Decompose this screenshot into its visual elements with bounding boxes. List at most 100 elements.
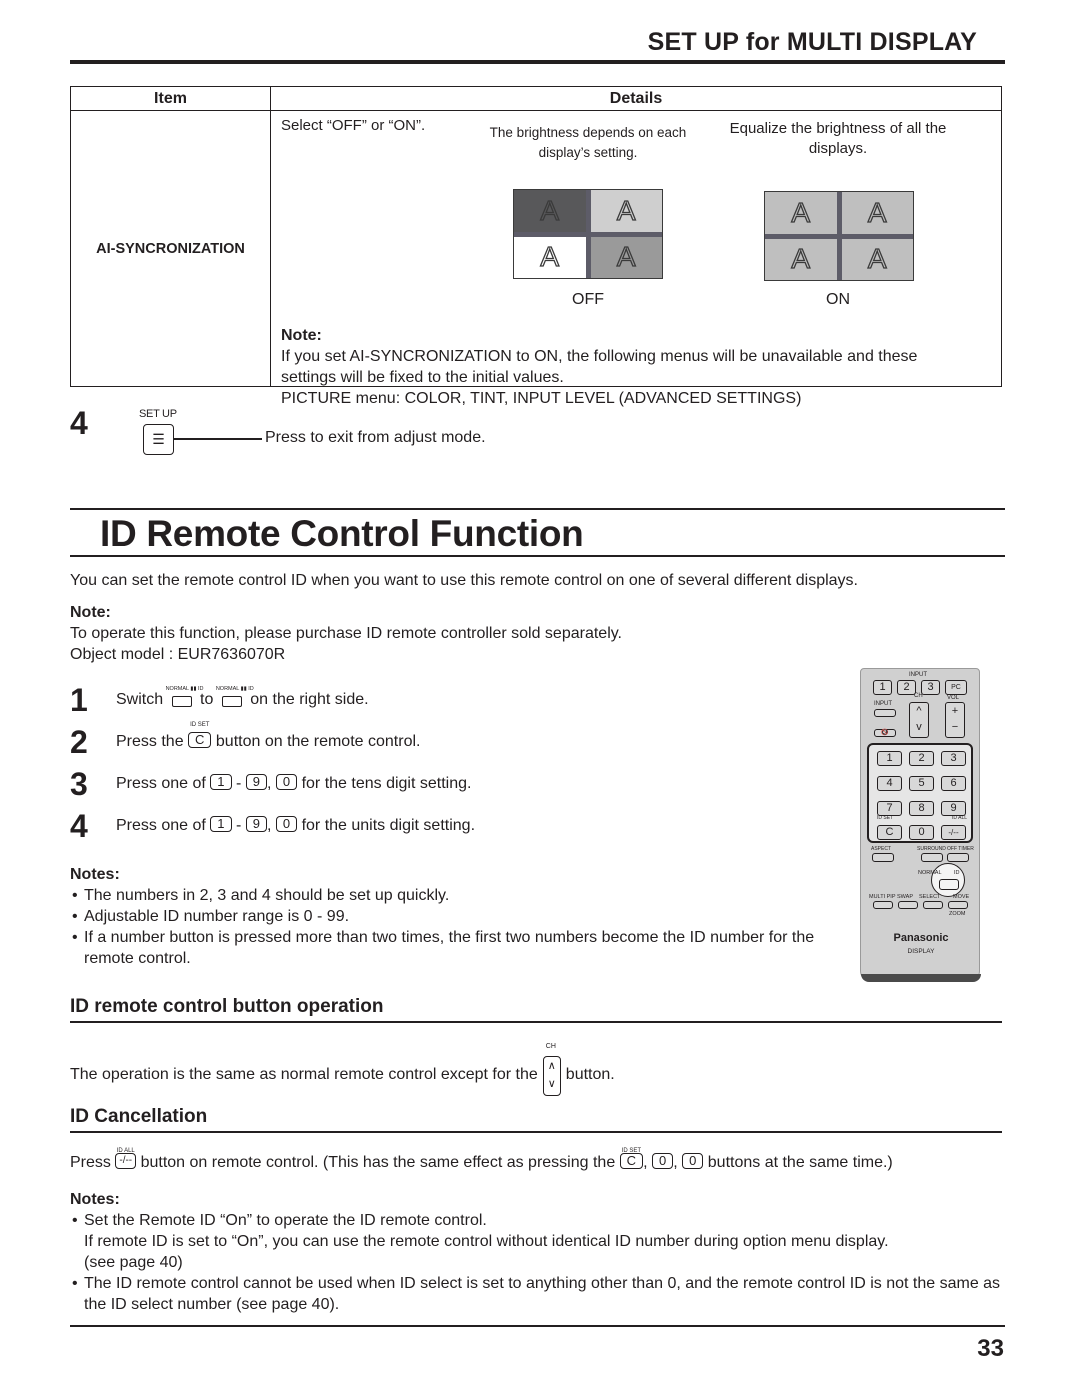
surround-label: SURROUND bbox=[917, 846, 946, 852]
numpad-key: 8 bbox=[909, 801, 934, 816]
numpad-key: -/-- bbox=[941, 825, 966, 840]
switch-label: NORMAL ▮▮ ID bbox=[215, 685, 254, 692]
step-number: 3 bbox=[70, 765, 88, 802]
remote-base bbox=[861, 974, 981, 982]
select-label: SELECT bbox=[919, 894, 941, 900]
step-number: 4 bbox=[70, 807, 88, 844]
setup-button[interactable]: ☰ bbox=[143, 424, 174, 455]
off-display-grid: A A A A bbox=[513, 189, 663, 279]
id-all-label: ID ALL bbox=[952, 815, 968, 821]
step-text-pre: Press one of bbox=[116, 817, 206, 834]
vol-rocker: + − bbox=[945, 702, 965, 738]
display-tile: A bbox=[590, 236, 662, 278]
on-label: ON bbox=[826, 291, 850, 308]
id-switch bbox=[939, 879, 959, 890]
remote-button: 1 bbox=[873, 680, 892, 695]
swap-label: SWAP bbox=[897, 894, 913, 900]
display-tile: A bbox=[841, 192, 913, 234]
key-label: ID SET bbox=[190, 722, 210, 728]
step-text-pre: Press the bbox=[116, 733, 184, 750]
numpad-key: C bbox=[877, 825, 902, 840]
input-button-label: INPUT bbox=[874, 701, 892, 707]
page-title: ID Remote Control Function bbox=[100, 513, 584, 554]
id-switch-icon: NORMAL ▮▮ ID bbox=[216, 686, 254, 707]
note-item: If a number button is pressed more than … bbox=[70, 927, 840, 969]
notes-list: Set the Remote ID “On” to operate the ID… bbox=[70, 1210, 1010, 1315]
key-1: 1 bbox=[210, 773, 232, 790]
note-item: Adjustable ID number range is 0 - 99. bbox=[70, 906, 840, 927]
remote-button bbox=[921, 853, 943, 862]
numpad-key: 5 bbox=[909, 776, 934, 791]
remote-button bbox=[898, 901, 918, 909]
leader-line bbox=[174, 438, 262, 440]
step-text-post: for the units digit setting. bbox=[301, 817, 476, 834]
id-set-key: C bbox=[188, 731, 212, 748]
setup-button-label: SET UP bbox=[139, 408, 177, 420]
zoom-label: ZOOM bbox=[949, 911, 966, 917]
brand-subtitle: DISPLAY bbox=[907, 948, 935, 955]
divider bbox=[70, 508, 1005, 510]
note-line: PICTURE menu: COLOR, TINT, INPUT LEVEL (… bbox=[281, 390, 802, 407]
step-text-mid: to bbox=[200, 691, 214, 708]
note-line: If you set AI-SYNCRONIZATION to ON, the … bbox=[281, 348, 918, 365]
dash: - bbox=[235, 817, 242, 834]
switch-label: NORMAL ▮▮ ID bbox=[165, 685, 204, 692]
divider bbox=[70, 555, 1005, 557]
key-9: 9 bbox=[245, 773, 267, 790]
note-label: Note: bbox=[70, 604, 111, 621]
note-item: The ID remote control cannot be used whe… bbox=[70, 1273, 1010, 1315]
subsection-title: ID Cancellation bbox=[70, 1106, 208, 1127]
input-group-label: INPUT bbox=[909, 672, 927, 678]
note-text: The ID remote control cannot be used whe… bbox=[84, 1275, 1001, 1313]
brand-logo: Panasonic bbox=[893, 932, 949, 944]
vol-minus-icon: − bbox=[951, 721, 959, 733]
step-text-post: for the tens digit setting. bbox=[301, 775, 472, 792]
subsection-title: ID remote control button operation bbox=[70, 996, 384, 1017]
operation-text: The operation is the same as normal remo… bbox=[70, 1043, 615, 1096]
remote-button: 3 bbox=[921, 680, 940, 695]
note-text: Set the Remote ID “On” to operate the ID… bbox=[84, 1212, 487, 1229]
off-timer-label: OFF TIMER bbox=[947, 846, 974, 852]
display-tile: A bbox=[514, 236, 586, 278]
id-set-key: C bbox=[619, 1152, 644, 1169]
item-details: Select “OFF” or “ON”. The brightness dep… bbox=[270, 110, 1002, 407]
menu-list-icon: ☰ bbox=[152, 431, 165, 447]
step-text: Press one of 1 - 9, 0 for the units digi… bbox=[116, 815, 476, 835]
note-continuation: If remote ID is set to “On”, you can use… bbox=[84, 1233, 889, 1250]
note-label: Note: bbox=[281, 327, 322, 344]
move-label: MOVE bbox=[953, 894, 970, 900]
key-1: 1 bbox=[210, 815, 232, 832]
key-9: 9 bbox=[245, 815, 267, 832]
remote-control-illustration: INPUT 1 2 3 PC INPUT CH VOL ^ v + − 🔇 1 … bbox=[860, 668, 981, 982]
comma: , bbox=[266, 817, 272, 834]
numpad-key: 0 bbox=[909, 825, 934, 840]
ch-key-label: CH bbox=[545, 1043, 556, 1050]
key-0: 0 bbox=[651, 1152, 674, 1169]
notes-list: The numbers in 2, 3 and 4 should be set … bbox=[70, 885, 840, 969]
display-tile: A bbox=[765, 238, 837, 280]
note-item: Set the Remote ID “On” to operate the ID… bbox=[70, 1210, 1010, 1273]
setup-description: Press to exit from adjust mode. bbox=[265, 429, 486, 446]
step-number: 2 bbox=[70, 723, 88, 760]
remote-button bbox=[874, 709, 896, 717]
remote-button bbox=[923, 901, 943, 909]
ch-rocker: ^ v bbox=[909, 702, 929, 738]
operation-text-pre: The operation is the same as normal remo… bbox=[70, 1065, 538, 1083]
step-text-post: button on the remote control. bbox=[215, 733, 421, 750]
normal-label: NORMAL bbox=[918, 870, 942, 876]
remote-button bbox=[873, 901, 893, 909]
vol-plus-icon: + bbox=[951, 705, 959, 717]
display-tile: A bbox=[841, 238, 913, 280]
aspect-label: ASPECT bbox=[871, 846, 892, 852]
ch-label: CH bbox=[914, 693, 923, 699]
page-number: 33 bbox=[977, 1335, 1004, 1362]
remote-button bbox=[947, 853, 969, 862]
key-0: 0 bbox=[682, 1152, 704, 1169]
cancel-text-mid: button on remote control. (This has the … bbox=[140, 1154, 616, 1171]
divider bbox=[70, 1021, 1002, 1023]
step-2: 2 Press the ID SET C button on the remote… bbox=[70, 722, 421, 760]
notes-label: Notes: bbox=[70, 1191, 120, 1208]
item-name: AI-SYNCRONIZATION bbox=[70, 110, 271, 387]
table-header-row: Item Details bbox=[70, 86, 1002, 111]
remote-button: PC bbox=[945, 680, 967, 695]
